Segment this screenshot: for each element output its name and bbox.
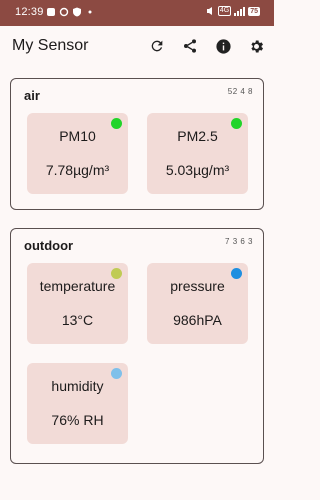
shield-icon xyxy=(73,7,81,17)
mute-icon xyxy=(206,7,212,15)
settings-icon xyxy=(250,40,263,52)
sensor-label: humidity xyxy=(51,378,104,394)
sensor-label: PM10 xyxy=(59,128,96,144)
sensor-value: 13°C xyxy=(61,312,94,328)
sensor-label: PM2.5 xyxy=(177,128,218,144)
app-bar: My Sensor xyxy=(0,26,274,68)
info-icon xyxy=(215,38,231,54)
sensor-value: 5.03µg/m³ xyxy=(165,162,230,178)
sensor-value: 7.78µg/m³ xyxy=(45,162,110,178)
page-title: My Sensor xyxy=(12,37,89,54)
refresh-icon xyxy=(151,40,163,52)
sensor-card-temperature[interactable]: temperature 13°C xyxy=(27,263,128,344)
status-bar: 12:39 4G 75 xyxy=(0,0,274,26)
group-air: air 52 4 8 PM10 7.78µg/m³ PM2.5 5.03µg/m… xyxy=(10,78,264,210)
group-title: air xyxy=(24,88,40,103)
refresh-button[interactable] xyxy=(147,36,167,56)
info-button[interactable] xyxy=(213,36,233,56)
status-time: 12:39 xyxy=(15,6,44,18)
share-icon xyxy=(184,39,196,53)
sensor-card-pressure[interactable]: pressure 986hPA xyxy=(147,263,248,344)
group-timestamp: 52 4 8 xyxy=(227,87,253,96)
share-button[interactable] xyxy=(180,36,200,56)
sensor-card-humidity[interactable]: humidity 76% RH xyxy=(27,363,128,444)
sensor-card-pm10[interactable]: PM10 7.78µg/m³ xyxy=(27,113,128,194)
dot-icon xyxy=(88,10,92,14)
battery-icon: 75 xyxy=(248,6,260,16)
group-outdoor: outdoor 7 3 6 3 temperature 13°C pressur… xyxy=(10,228,264,464)
sync-icon xyxy=(59,7,69,17)
sensor-value: 986hPA xyxy=(173,312,222,328)
sensor-value: 76% RH xyxy=(51,412,104,428)
group-timestamp: 7 3 6 3 xyxy=(225,237,253,246)
signal-icon xyxy=(234,6,246,16)
group-title: outdoor xyxy=(24,238,74,253)
network-badge: 4G xyxy=(217,6,232,16)
notification-icon xyxy=(47,8,55,16)
sensor-label: temperature xyxy=(39,278,116,294)
sensor-label: pressure xyxy=(170,278,225,294)
settings-button[interactable] xyxy=(246,36,266,56)
sensor-card-pm25[interactable]: PM2.5 5.03µg/m³ xyxy=(147,113,248,194)
